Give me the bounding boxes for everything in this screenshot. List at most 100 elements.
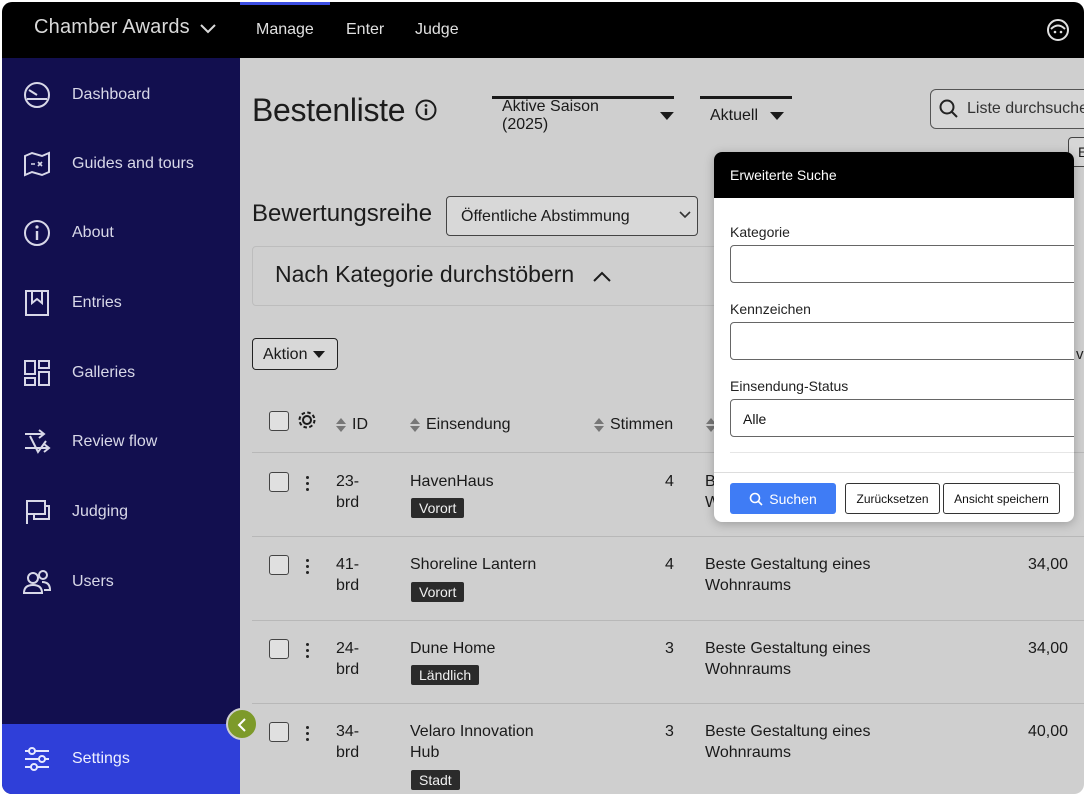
advanced-search-title: Erweiterte Suche — [730, 167, 837, 183]
column-header-id[interactable]: ID — [336, 416, 368, 434]
app-switcher[interactable]: Chamber Awards — [34, 16, 216, 39]
tab-enter-label: Enter — [346, 21, 385, 38]
row-votes: 4 — [665, 473, 674, 490]
advanced-search-header: Erweiterte Suche — [714, 152, 1074, 198]
search-icon — [939, 99, 958, 118]
select-all-checkbox[interactable] — [269, 411, 289, 431]
row-menu-icon[interactable] — [306, 476, 310, 494]
sidebar-item-judging[interactable]: Judging — [2, 487, 240, 537]
series-select[interactable]: Öffentliche Abstimmung — [446, 196, 698, 236]
caret-down-icon — [313, 351, 325, 358]
status-field-label: Einsendung-Status — [730, 378, 849, 394]
row-checkbox[interactable] — [269, 555, 289, 575]
sidebar-item-about[interactable]: About — [2, 208, 240, 258]
column-header-votes[interactable]: Stimmen — [594, 416, 673, 434]
status-select-field[interactable]: Alle — [730, 399, 1074, 437]
search-button-label: Suchen — [769, 490, 817, 507]
category-field-label: Kategorie — [730, 224, 790, 240]
row-score: 34,00 — [1028, 556, 1069, 573]
row-id-line1: 41- — [336, 556, 360, 573]
caret-down-icon — [770, 111, 785, 120]
bookmark-icon — [25, 290, 49, 316]
series-select-value: Öffentliche Abstimmung — [461, 208, 630, 225]
sidebar-item-label: Entries — [72, 294, 122, 311]
tab-manage[interactable]: Manage — [240, 2, 330, 58]
row-id-line1: 24- — [336, 640, 360, 657]
page-title: Bestenliste — [252, 92, 406, 128]
row-menu-icon[interactable] — [306, 726, 310, 744]
row-submission-name[interactable]: Dune Home — [410, 638, 495, 659]
reset-button-label: Zurücksetzen — [856, 491, 929, 506]
chevron-down-icon — [200, 23, 216, 33]
row-category-line2: Wohnraums — [705, 661, 791, 678]
info-icon — [24, 220, 50, 246]
map-guide-icon — [24, 151, 50, 177]
row-id-line1: 34- — [336, 723, 360, 740]
sidebar-settings-label: Settings — [72, 750, 130, 767]
status-select-value: Aktuell — [710, 106, 759, 124]
row-submission-name-line2[interactable]: Hub — [410, 744, 439, 761]
modal-footer-divider — [714, 472, 1074, 473]
sidebar-item-entries[interactable]: Entries — [2, 278, 240, 328]
users-icon — [22, 570, 52, 594]
category-browse-label: Nach Kategorie durchstöbern — [275, 261, 575, 287]
app-title: Chamber Awards — [34, 16, 190, 38]
gear-icon[interactable] — [296, 409, 318, 431]
caret-down-icon — [660, 111, 674, 120]
sidebar-item-guides[interactable]: Guides and tours — [2, 139, 240, 189]
category-field[interactable] — [730, 245, 1074, 283]
row-tag-badge: Vorort — [411, 582, 465, 602]
sidebar-item-label: Review flow — [72, 433, 158, 450]
sort-icon — [410, 418, 420, 432]
row-checkbox[interactable] — [269, 472, 289, 492]
column-header-votes-label: Stimmen — [610, 416, 674, 433]
table-divider — [252, 703, 1084, 704]
row-id-line2: brd — [336, 744, 360, 761]
search-button[interactable]: Suchen — [730, 483, 836, 514]
sidebar-item-settings[interactable]: Settings — [2, 724, 240, 794]
row-menu-icon[interactable] — [306, 643, 310, 661]
review-flow-icon — [25, 429, 51, 454]
save-view-button[interactable]: Ansicht speichern — [943, 483, 1060, 514]
tab-judge[interactable]: Judge — [415, 2, 459, 58]
user-avatar-icon[interactable] — [1046, 18, 1070, 42]
row-submission-name[interactable]: HavenHaus — [410, 471, 494, 492]
row-id-line2: brd — [336, 494, 360, 511]
reset-button[interactable]: Zurücksetzen — [845, 483, 940, 514]
table-divider — [252, 620, 1084, 621]
row-checkbox[interactable] — [269, 722, 289, 742]
info-icon[interactable] — [415, 99, 437, 121]
row-votes: 3 — [665, 723, 674, 740]
sidebar-item-label: Galleries — [72, 364, 136, 381]
tab-enter[interactable]: Enter — [346, 2, 384, 58]
sidebar-item-label: Guides and tours — [72, 155, 194, 172]
action-button[interactable]: Aktion — [252, 338, 338, 370]
sidebar-item-dashboard[interactable]: Dashboard — [2, 70, 240, 120]
tag-field[interactable] — [730, 322, 1074, 360]
search-input[interactable]: Liste durchsuchen — [930, 89, 1084, 129]
column-header-submission[interactable]: Einsendung — [410, 416, 511, 434]
category-browse-toggle[interactable]: Nach Kategorie durchstöbern — [252, 246, 772, 306]
row-submission-name[interactable]: Shoreline Lantern — [410, 554, 536, 575]
sort-icon — [594, 418, 604, 432]
row-category-line2: Wohnraums — [705, 744, 791, 761]
sidebar-item-review-flow[interactable]: Review flow — [2, 417, 240, 467]
top-bar: Chamber Awards Manage Enter Judge — [2, 2, 1084, 58]
sidebar-item-label: Judging — [72, 503, 129, 520]
column-header-submission-label: Einsendung — [426, 416, 511, 433]
table-divider — [252, 536, 1084, 537]
row-submission-name[interactable]: Velaro Innovation — [410, 723, 534, 740]
sort-icon — [336, 418, 346, 432]
season-select[interactable]: Aktive Saison (2025) — [492, 96, 674, 133]
sidebar-item-users[interactable]: Users — [2, 557, 240, 607]
row-id-line1: 23- — [336, 473, 360, 490]
row-checkbox[interactable] — [269, 639, 289, 659]
advanced-search-popover: Erweiterte Suche Kategorie Kennzeichen E… — [714, 152, 1074, 522]
sidebar-item-galleries[interactable]: Galleries — [2, 348, 240, 398]
row-menu-icon[interactable] — [306, 559, 310, 577]
modal-divider — [730, 452, 1074, 453]
sidebar-item-label: About — [72, 224, 114, 241]
season-select-value: Aktive Saison (2025) — [502, 97, 599, 133]
sliders-settings-icon — [25, 747, 49, 771]
status-select[interactable]: Aktuell — [700, 96, 792, 132]
